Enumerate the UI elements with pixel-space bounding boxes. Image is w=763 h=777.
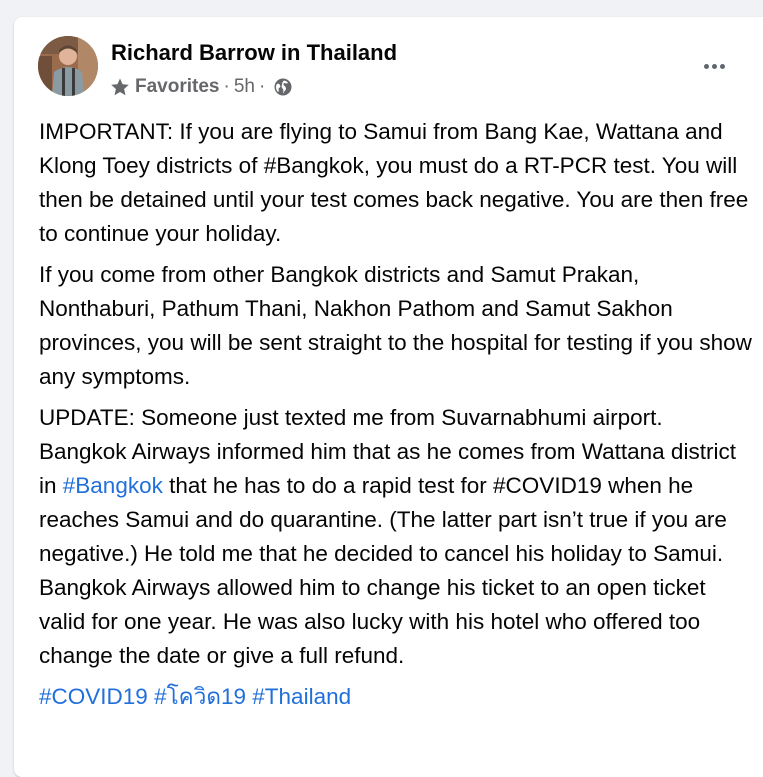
- hashtag-row: #COVID19 #โควิด19 #Thailand: [39, 680, 754, 714]
- post-text: IMPORTANT: If you are flying to Samui fr…: [39, 115, 754, 721]
- post-timestamp[interactable]: 5h: [234, 76, 255, 98]
- post-paragraph-1: IMPORTANT: If you are flying to Samui fr…: [39, 119, 749, 246]
- paragraph-3-text-b: that he has to do a rapid test for #COVI…: [39, 473, 727, 668]
- audience-label[interactable]: Favorites: [135, 76, 219, 98]
- hashtag-bangkok-link[interactable]: #Bangkok: [63, 473, 163, 498]
- author-avatar[interactable]: [38, 36, 98, 96]
- avatar-photo: [38, 36, 98, 96]
- more-options-icon: [703, 63, 709, 69]
- star-icon: [111, 78, 129, 96]
- post-paragraph-2: If you come from other Bangkok districts…: [39, 262, 752, 389]
- author-name[interactable]: Richard Barrow in Thailand: [111, 40, 397, 66]
- post-card: Richard Barrow in Thailand Favorites · 5…: [14, 17, 763, 777]
- globe-icon[interactable]: [274, 78, 292, 96]
- meta-separator-2: ·: [258, 76, 266, 97]
- hashtag-thailand[interactable]: #Thailand: [252, 684, 351, 709]
- more-options-button[interactable]: [696, 48, 732, 84]
- meta-separator: ·: [223, 76, 230, 97]
- post-meta: Favorites · 5h ·: [110, 75, 292, 99]
- hashtag-thai-covid19[interactable]: #โควิด19: [154, 684, 246, 709]
- post-paragraph-3: UPDATE: Someone just texted me from Suva…: [39, 401, 754, 673]
- hashtag-covid19[interactable]: #COVID19: [39, 684, 148, 709]
